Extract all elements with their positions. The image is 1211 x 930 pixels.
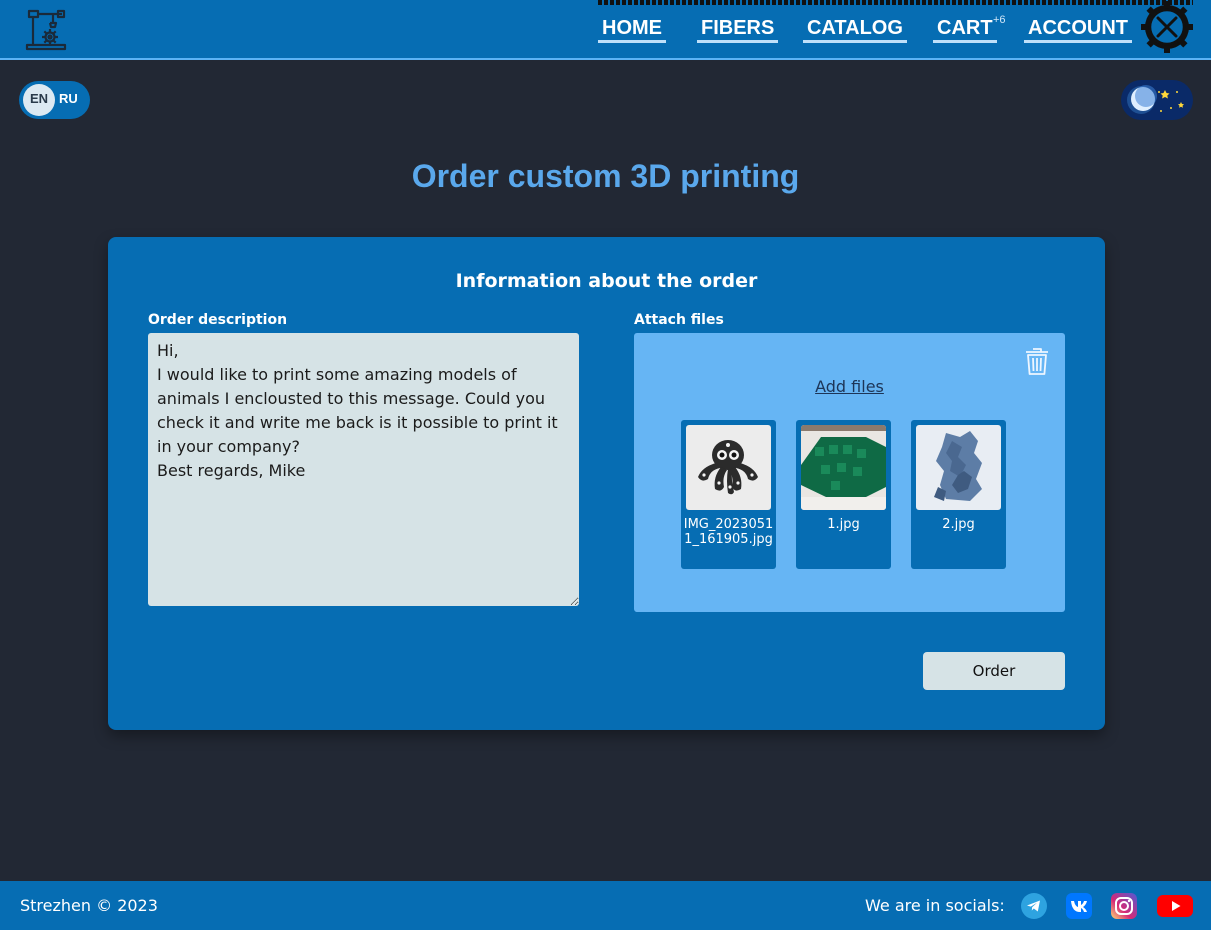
nav-catalog[interactable]: CATALOG	[803, 16, 907, 43]
nav-cart[interactable]: CART	[933, 16, 997, 43]
attached-file[interactable]: IMG_20230511_161905.jpg	[681, 420, 776, 569]
nav-fibers[interactable]: FIBERS	[697, 16, 779, 43]
language-en-label: EN	[30, 91, 49, 106]
theme-toggle[interactable]	[1121, 80, 1193, 120]
attach-files-label: Attach files	[634, 312, 724, 328]
attached-file[interactable]: 2.jpg	[911, 420, 1006, 569]
form-title: Information about the order	[455, 270, 758, 292]
description-label: Order description	[148, 312, 288, 328]
order-description-textarea[interactable]	[148, 333, 579, 606]
file-drop-zone[interactable]: Add files IMG_20230511_161905.jpg 1.jpg …	[634, 333, 1065, 612]
nav-account[interactable]: ACCOUNT	[1024, 16, 1132, 43]
site-footer: Strezhen © 2023 We are in socials:	[0, 881, 1211, 930]
youtube-icon[interactable]	[1157, 893, 1193, 919]
attached-file[interactable]: 1.jpg	[796, 420, 891, 569]
vk-icon[interactable]	[1066, 893, 1092, 919]
attached-file-name: IMG_20230511_161905.jpg	[683, 517, 774, 547]
socials-label: We are in socials:	[865, 896, 1005, 915]
trash-icon[interactable]	[1024, 346, 1050, 376]
nav-home[interactable]: HOME	[598, 16, 666, 43]
telegram-icon[interactable]	[1021, 893, 1047, 919]
add-files-link[interactable]: Add files	[634, 377, 1065, 396]
order-button[interactable]: Order	[923, 652, 1065, 690]
language-ru-label: RU	[59, 91, 78, 106]
attached-file-name: 2.jpg	[942, 517, 975, 532]
green-dinosaur-model-thumbnail	[801, 425, 886, 510]
order-form-card: Information about the order Order descri…	[108, 237, 1105, 730]
blue-dragon-model-thumbnail	[916, 425, 1001, 510]
page-title: Order custom 3D printing	[411, 158, 800, 194]
robot-arm-gear-icon[interactable]	[24, 7, 68, 51]
header-decor-strip	[598, 0, 1193, 5]
site-header: HOME FIBERS CATALOG CART ACCOUNT +6	[0, 0, 1211, 60]
copyright-text: Strezhen © 2023	[20, 896, 158, 915]
instagram-icon[interactable]	[1111, 893, 1137, 919]
octopus-model-thumbnail	[686, 425, 771, 510]
close-circle-icon[interactable]	[1141, 1, 1193, 53]
moon-stars-icon	[1127, 85, 1184, 114]
cart-count-badge: +6	[993, 14, 1006, 26]
attached-file-name: 1.jpg	[827, 517, 860, 532]
language-toggle[interactable]: EN RU	[19, 81, 90, 119]
